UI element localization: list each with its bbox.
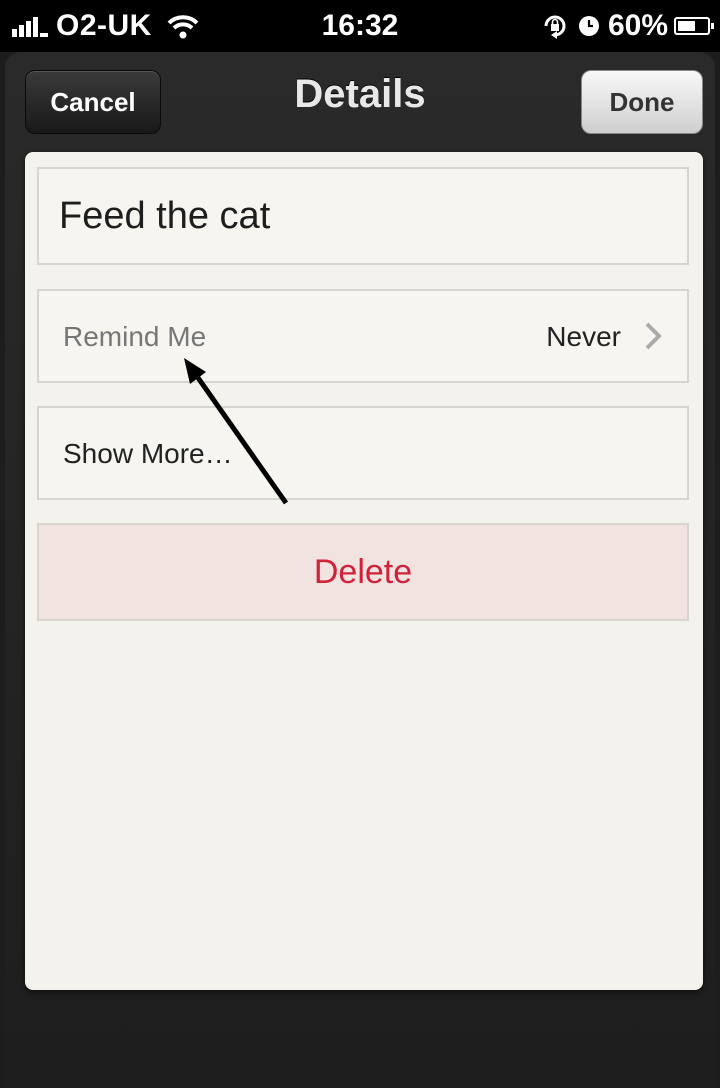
show-more-row[interactable]: Show More… xyxy=(37,406,689,500)
battery-icon xyxy=(674,17,714,35)
chevron-right-icon xyxy=(645,322,662,350)
delete-label: Delete xyxy=(313,553,413,591)
remind-me-label: Remind Me xyxy=(63,321,207,352)
status-right: 60% xyxy=(542,9,714,43)
done-button[interactable]: Done xyxy=(581,70,703,134)
status-bar: O2-UK 16:32 60% xyxy=(0,0,720,52)
show-more-label: Show More… xyxy=(63,438,233,469)
remind-me-row[interactable]: Remind Me Never xyxy=(37,289,689,383)
delete-button[interactable]: Delete xyxy=(37,523,689,621)
rotation-lock-icon xyxy=(544,15,566,39)
task-title-field[interactable]: Feed the cat xyxy=(37,167,689,265)
alarm-icon xyxy=(578,16,599,36)
task-title-text: Feed the cat xyxy=(59,195,271,237)
battery-percent: 60% xyxy=(607,9,668,42)
remind-me-value: Never xyxy=(546,321,621,352)
app-frame: Cancel Details Done Feed the cat Remind … xyxy=(5,52,715,1088)
navigation-bar: Cancel Details Done xyxy=(5,52,715,150)
details-sheet: Feed the cat Remind Me Never Show More… … xyxy=(25,152,703,990)
